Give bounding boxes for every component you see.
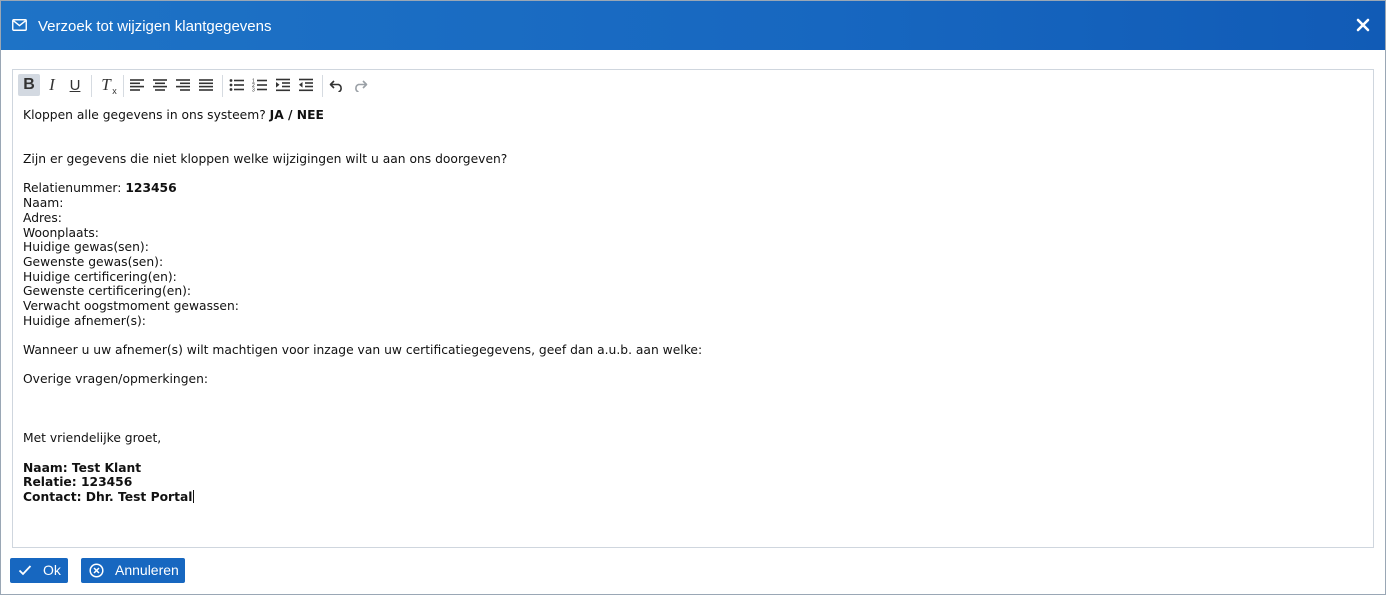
numbered-list-button[interactable]: 123 [249,74,271,96]
editor-toolbar: B I U Tx 1 2 3 [13,70,1373,100]
redo-icon [355,80,368,92]
svg-text:3: 3 [252,88,255,93]
field-naam: Naam: [23,196,64,211]
outdent-icon [299,78,313,92]
relatienummer-line: Relatienummer: 123456 [23,181,177,196]
align-center-button[interactable] [149,74,171,96]
field-gewenste-gewassen: Gewenste gewas(sen): [23,254,164,269]
ok-label: Ok [43,562,61,578]
align-justify-icon [199,79,213,91]
align-left-button[interactable] [126,74,148,96]
dialog: Verzoek tot wijzigen klantgegevens B I U… [0,0,1386,595]
field-gewenste-certificering: Gewenste certificering(en): [23,284,192,299]
cancel-button[interactable]: Annuleren [81,558,185,583]
align-right-button[interactable] [172,74,194,96]
bold-icon: B [23,76,35,93]
align-left-icon [130,79,144,91]
field-huidige-afnemers: Huidige afnemer(s): [23,313,146,328]
italic-icon: I [49,75,55,94]
bold-button[interactable]: B [18,74,40,96]
rich-text-editor[interactable]: B I U Tx 1 2 3 Kloppen alle gegevens in … [12,69,1374,548]
text-caret [193,489,195,503]
cancel-circle-icon [89,563,104,578]
signature-relatie: Relatie: 123456 [23,475,133,490]
indent-icon [276,78,290,92]
bulleted-list-button[interactable] [226,74,248,96]
relatienummer-value: 123456 [125,181,177,196]
underline-button[interactable]: U [64,74,86,96]
align-justify-button[interactable] [195,74,217,96]
dialog-title: Verzoek tot wijzigen klantgegevens [38,18,272,35]
undo-icon [329,80,342,92]
signature-contact: Contact: Dhr. Test Portal [23,489,195,504]
clear-formatting-button[interactable]: Tx [95,74,117,96]
question-changes: Zijn er gegevens die niet kloppen welke … [23,152,508,167]
align-center-icon [153,79,167,91]
outdent-button[interactable] [295,74,317,96]
dialog-titlebar: Verzoek tot wijzigen klantgegevens [1,1,1385,50]
ok-button[interactable]: Ok [10,558,68,583]
numbered-list-icon: 123 [252,79,267,93]
bulleted-list-icon [229,79,244,91]
field-huidige-certificering: Huidige certificering(en): [23,269,177,284]
toolbar-separator [222,75,223,97]
indent-button[interactable] [272,74,294,96]
italic-button[interactable]: I [41,74,63,96]
field-oogstmoment: Verwacht oogstmoment gewassen: [23,298,239,313]
field-woonplaats: Woonplaats: [23,225,99,240]
toolbar-separator [322,75,323,97]
clear-formatting-icon: Tx [101,75,117,96]
toolbar-separator [91,75,92,97]
envelope-icon [12,19,27,31]
editor-content[interactable]: Kloppen alle gegevens in ons systeem? JA… [23,108,1363,505]
cancel-label: Annuleren [115,562,179,578]
question-correct-data: Kloppen alle gegevens in ons systeem? JA… [23,108,324,122]
answer-options: JA / NEE [269,108,324,122]
signature-naam: Naam: Test Klant [23,460,142,475]
overige-text: Overige vragen/opmerkingen: [23,372,209,387]
field-huidige-gewassen: Huidige gewas(sen): [23,240,149,255]
machtigen-text: Wanneer u uw afnemer(s) wilt machtigen v… [23,343,703,357]
field-adres: Adres: [23,210,62,225]
toolbar-separator [123,75,124,97]
checkmark-icon [18,565,32,576]
underline-icon: U [69,76,81,94]
align-right-icon [176,79,190,91]
greeting: Met vriendelijke groet, [23,431,162,446]
undo-button[interactable] [326,74,348,96]
close-icon[interactable] [1353,15,1373,35]
redo-button[interactable] [349,74,371,96]
